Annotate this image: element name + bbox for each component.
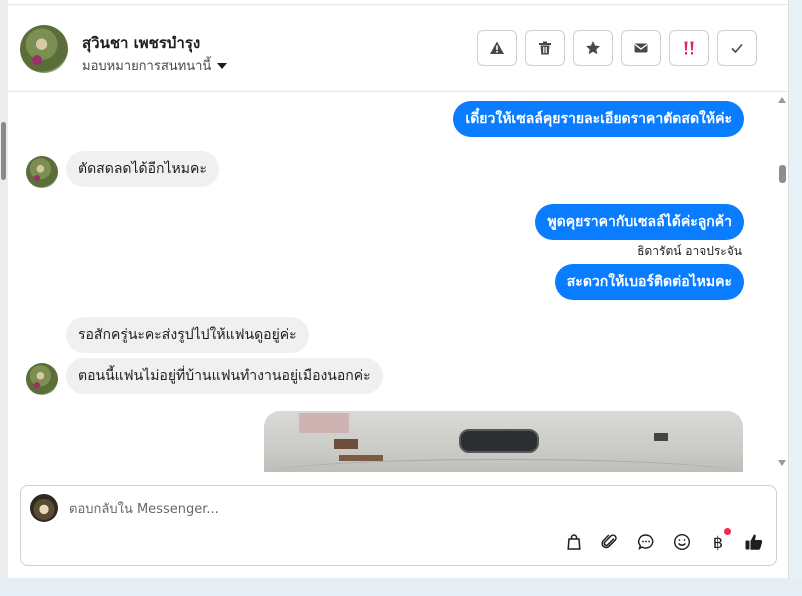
thread-scrollbar-thumb[interactable]	[779, 165, 786, 183]
contact-avatar-small	[26, 363, 58, 395]
message-thread[interactable]: เดี๋ยวให้เซลล์คุยรายละเอียดราคาตัดสดให้ค…	[8, 93, 789, 472]
trash-icon	[539, 41, 551, 55]
page-scrollbar-thumb[interactable]	[1, 122, 6, 180]
attach-button[interactable]	[598, 530, 622, 554]
caret-down-icon	[217, 62, 228, 69]
thread-scrollbar[interactable]	[775, 93, 789, 472]
contact-name[interactable]: สุวินชา เพชรบำรุง	[82, 31, 200, 55]
page-footer-strip	[0, 578, 802, 596]
message-incoming[interactable]: ตัดสดลดได้อีกไหมคะ	[66, 151, 219, 187]
smiley-icon	[673, 533, 691, 551]
reply-composer: ฿	[20, 485, 777, 566]
double-exclamation-icon	[684, 41, 694, 55]
thumbs-up-icon	[745, 534, 763, 550]
mark-spam-button[interactable]	[669, 30, 709, 66]
composer-tools: ฿	[562, 528, 766, 554]
shop-button[interactable]	[562, 530, 586, 554]
emoji-button[interactable]	[670, 530, 694, 554]
like-button[interactable]	[742, 530, 766, 554]
photo-detail	[339, 455, 383, 461]
photo-mirror	[459, 429, 539, 453]
delete-button[interactable]	[525, 30, 565, 66]
mark-done-button[interactable]	[717, 30, 757, 66]
shopping-bag-icon	[567, 534, 581, 550]
photo-detail	[334, 439, 358, 449]
contact-avatar-small	[26, 156, 58, 188]
photo-detail	[264, 459, 743, 472]
message-outgoing[interactable]: พูดคุยราคากับเซลล์ได้ค่ะลูกค้า	[535, 204, 744, 240]
message-photo[interactable]	[264, 411, 743, 472]
assign-conversation-dropdown[interactable]: มอบหมายการสนทนานี้	[82, 55, 228, 76]
star-icon	[586, 41, 600, 55]
mark-unread-button[interactable]	[621, 30, 661, 66]
sender-name: ธิดารัตน์ อาจประจัน	[637, 244, 742, 258]
notification-dot	[724, 528, 731, 535]
chat-bubble-icon	[638, 534, 654, 551]
paperclip-icon	[601, 534, 617, 549]
avatar-badge	[34, 382, 40, 388]
baht-icon: ฿	[712, 532, 724, 552]
header-actions	[477, 30, 757, 66]
reply-input[interactable]	[69, 498, 569, 520]
scroll-down-arrow-icon[interactable]	[778, 460, 786, 466]
report-button[interactable]	[477, 30, 517, 66]
message-incoming[interactable]: รอสักครู่นะคะส่งรูปไปให้แฟนดูอยู่ค่ะ	[66, 317, 309, 353]
contact-avatar[interactable]	[20, 25, 68, 73]
photo-detail	[654, 433, 668, 441]
payment-button[interactable]: ฿	[706, 528, 731, 554]
assign-conversation-label: มอบหมายการสนทนานี้	[82, 59, 212, 74]
message-outgoing[interactable]: สะดวกให้เบอร์ติดต่อไหมคะ	[554, 264, 744, 300]
conversation-header: สุวินชา เพชรบำรุง มอบหมายการสนทนานี้	[8, 4, 789, 92]
message-outgoing[interactable]: เดี๋ยวให้เซลล์คุยรายละเอียดราคาตัดสดให้ค…	[453, 101, 744, 137]
avatar-badge	[34, 175, 40, 181]
photo-detail	[299, 413, 349, 433]
saved-replies-button[interactable]	[634, 530, 658, 554]
conversation-panel: สุวินชา เพชรบำรุง มอบหมายการสนทนานี้ เดี…	[8, 0, 789, 578]
star-button[interactable]	[573, 30, 613, 66]
warning-icon	[490, 41, 504, 54]
page-scrollbar[interactable]	[0, 0, 8, 578]
avatar-badge	[32, 55, 42, 65]
page-avatar	[30, 494, 58, 522]
message-incoming[interactable]: ตอนนี้แฟนไม่อยู่ที่บ้านแฟนทำงานอยู่เมือง…	[66, 358, 383, 394]
check-icon	[731, 43, 743, 54]
scroll-up-arrow-icon[interactable]	[778, 97, 786, 103]
mail-icon	[634, 43, 648, 53]
